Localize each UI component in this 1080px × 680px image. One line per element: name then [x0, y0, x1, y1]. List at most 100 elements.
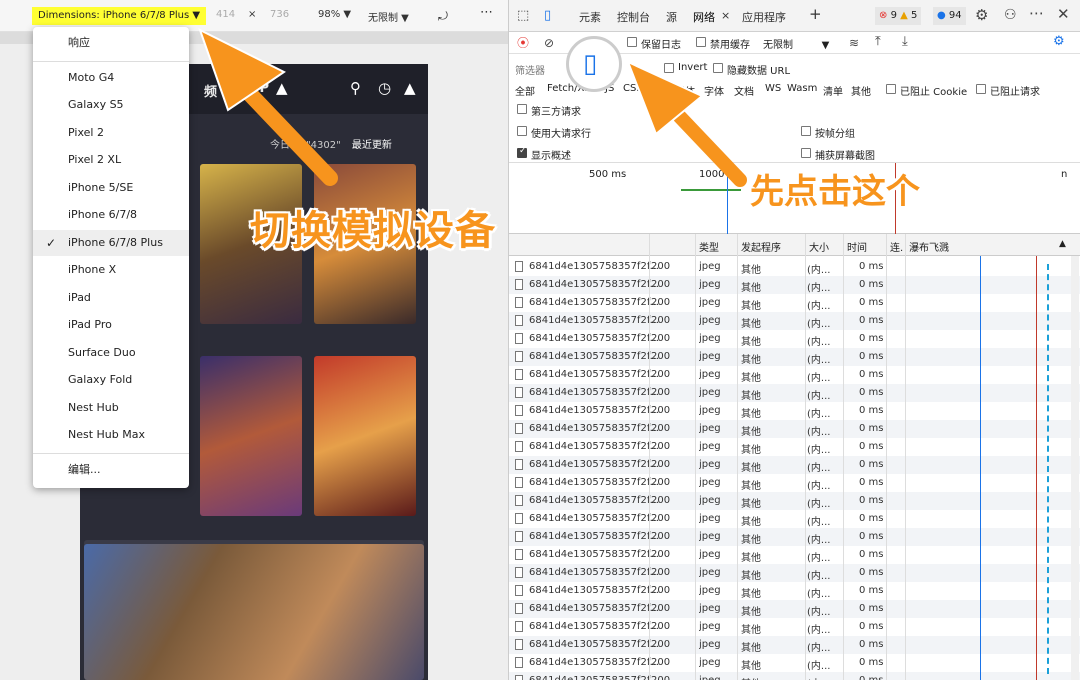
- table-row[interactable]: 6841d4e1305758357f2f...200 jpeg 其他 (内... 0 m…: [509, 474, 1080, 492]
- disable-cache-checkbox[interactable]: [696, 37, 706, 47]
- table-row[interactable]: 6841d4e1305758357f2f...200 jpeg 其他 (内... 0 m…: [509, 510, 1080, 528]
- recent-updates-link[interactable]: 最近更新: [352, 140, 392, 151]
- tab-console[interactable]: 控制台: [617, 9, 650, 25]
- device-menu-item[interactable]: Pixel 2 XL: [33, 147, 189, 173]
- height-input[interactable]: 736: [270, 9, 289, 20]
- device-menu-item[interactable]: Nest Hub Max: [33, 422, 189, 448]
- rotate-icon[interactable]: ⤾: [438, 9, 448, 24]
- filter-manifest[interactable]: 清单: [823, 83, 843, 98]
- android-icon[interactable]: ▲: [276, 79, 288, 97]
- blocked-cookies-checkbox[interactable]: [886, 84, 896, 94]
- device-menu-item[interactable]: iPad: [33, 285, 189, 311]
- table-row[interactable]: 6841d4e1305758357f2f...200 jpeg 其他 (内... 0 m…: [509, 258, 1080, 276]
- tab-network[interactable]: 网络: [693, 9, 715, 25]
- table-row[interactable]: 6841d4e1305758357f2f...200 jpeg 其他 (内... 0 m…: [509, 276, 1080, 294]
- width-input[interactable]: 414: [216, 9, 235, 20]
- table-row[interactable]: 6841d4e1305758357f2f...200 jpeg 其他 (内... 0 m…: [509, 366, 1080, 384]
- filter-media[interactable]: 媒体: [675, 83, 695, 98]
- col-connection[interactable]: 连.: [890, 239, 903, 254]
- inspect-element-icon[interactable]: ⬚: [517, 9, 529, 23]
- device-menu-item[interactable]: Nest Hub: [33, 395, 189, 421]
- table-row[interactable]: 6841d4e1305758357f2f...200 jpeg 其他 (内... 0 m…: [509, 384, 1080, 402]
- tab-elements[interactable]: 元素: [579, 9, 601, 25]
- issues-badge[interactable]: ⊗ 9 ▲ 5: [875, 7, 922, 25]
- customize-icon[interactable]: ⚇: [1004, 8, 1017, 22]
- hide-data-urls-checkbox[interactable]: [713, 63, 723, 73]
- filter-font[interactable]: 字体: [704, 83, 724, 98]
- table-row[interactable]: 6841d4e1305758357f2f...200 jpeg 其他 (内... 0 m…: [509, 402, 1080, 420]
- table-row[interactable]: 6841d4e1305758357f2f...200 jpeg 其他 (内... 0 m…: [509, 456, 1080, 474]
- device-menu-item[interactable]: iPhone 6/7/8: [33, 202, 189, 228]
- col-time[interactable]: 时间: [847, 239, 867, 254]
- more-menu-icon[interactable]: ⋯: [1029, 6, 1044, 21]
- col-waterfall[interactable]: 瀑布飞溅: [909, 239, 949, 254]
- device-menu-item[interactable]: Surface Duo: [33, 340, 189, 366]
- device-menu-item[interactable]: iPad Pro: [33, 312, 189, 338]
- device-menu-item[interactable]: Moto G4: [33, 65, 189, 91]
- close-tab-icon[interactable]: ×: [721, 9, 730, 22]
- wifi-icon[interactable]: ≋: [849, 36, 859, 50]
- toggle-device-toolbar-icon[interactable]: ▯: [544, 9, 551, 23]
- table-row[interactable]: 6841d4e1305758357f2f...200 jpeg 其他 (内... 0 m…: [509, 294, 1080, 312]
- filter-input[interactable]: 筛选器: [515, 62, 545, 77]
- thumbnail-card[interactable]: [314, 356, 416, 516]
- table-row[interactable]: 6841d4e1305758357f2f...200 jpeg 其他 (内... 0 m…: [509, 564, 1080, 582]
- device-menu-item[interactable]: Galaxy S5: [33, 92, 189, 118]
- table-row[interactable]: 6841d4e1305758357f2f...200 jpeg 其他 (内... 0 m…: [509, 528, 1080, 546]
- clear-icon[interactable]: ⊘: [544, 36, 554, 50]
- network-throttle-select[interactable]: 无限制 ▼: [368, 9, 409, 24]
- thumbnail-card[interactable]: [200, 356, 302, 516]
- table-row[interactable]: 6841d4e1305758357f2f...200 jpeg 其他 (内... 0 m…: [509, 546, 1080, 564]
- table-row[interactable]: 6841d4e1305758357f2f...200 jpeg 其他 (内... 0 m…: [509, 600, 1080, 618]
- export-har-icon[interactable]: ⤓: [902, 35, 908, 49]
- device-dimensions-select[interactable]: Dimensions: iPhone 6/7/8 Plus ▼: [32, 7, 207, 25]
- tab-application[interactable]: 应用程序: [742, 9, 786, 25]
- device-menu-item[interactable]: iPhone X: [33, 257, 189, 283]
- filter-ws[interactable]: WS: [765, 83, 781, 94]
- import-har-icon[interactable]: ⤒: [875, 35, 881, 49]
- filter-css[interactable]: CSS: [623, 83, 643, 94]
- record-icon[interactable]: ⦿: [517, 36, 529, 50]
- table-row[interactable]: 6841d4e1305758357f2f...200 jpeg 其他 (内... 0 m…: [509, 312, 1080, 330]
- table-row[interactable]: 6841d4e1305758357f2f...200 jpeg 其他 (内... 0 m…: [509, 636, 1080, 654]
- settings-gear-icon[interactable]: ⚙: [975, 8, 988, 23]
- table-row[interactable]: 6841d4e1305758357f2f...200 jpeg 其他 (内... 0 m…: [509, 618, 1080, 636]
- table-row[interactable]: 6841d4e1305758357f2f...200 jpeg 其他 (内... 0 m…: [509, 348, 1080, 366]
- search-icon[interactable]: ⚲: [350, 79, 361, 97]
- third-party-checkbox[interactable]: [517, 104, 527, 114]
- show-overview-checkbox[interactable]: [517, 146, 527, 158]
- table-row[interactable]: 6841d4e1305758357f2f...200 jpeg 其他 (内... 0 m…: [509, 492, 1080, 510]
- table-scrollbar[interactable]: [1071, 256, 1079, 680]
- table-row[interactable]: 6841d4e1305758357f2f...200 jpeg 其他 (内... 0 m…: [509, 420, 1080, 438]
- filter-other[interactable]: 其他: [851, 83, 871, 98]
- big-request-rows-checkbox[interactable]: [517, 126, 527, 136]
- table-row[interactable]: 6841d4e1305758357f2f...200 jpeg 其他 (内... 0 m…: [509, 582, 1080, 600]
- add-tab-icon[interactable]: +: [809, 5, 822, 23]
- filter-doc[interactable]: 文档: [734, 83, 754, 98]
- table-row[interactable]: 6841d4e1305758357f2f...200 jpeg 其他 (内... 0 m…: [509, 672, 1080, 680]
- messages-badge[interactable]: ● 94: [933, 7, 966, 25]
- close-devtools-icon[interactable]: ✕: [1057, 7, 1070, 22]
- invert-checkbox[interactable]: [664, 63, 674, 73]
- android-icon-2[interactable]: ▲: [404, 79, 416, 97]
- preserve-log-checkbox[interactable]: [627, 37, 637, 47]
- throttle-select[interactable]: 无限制 ▼: [763, 36, 829, 51]
- device-menu-item[interactable]: Galaxy Fold: [33, 367, 189, 393]
- device-menu-item[interactable]: 编辑...: [33, 457, 189, 483]
- sort-up-icon[interactable]: ▲: [1059, 239, 1066, 249]
- col-initiator[interactable]: 发起程序: [741, 239, 781, 254]
- device-menu-item[interactable]: ✓ iPhone 6/7/8 Plus: [33, 229, 189, 256]
- device-menu-item[interactable]: iPhone 5/SE: [33, 175, 189, 201]
- device-menu-item[interactable]: 响应: [33, 30, 189, 56]
- table-row[interactable]: 6841d4e1305758357f2f...200 jpeg 其他 (内... 0 m…: [509, 330, 1080, 348]
- banner-image[interactable]: [84, 544, 424, 680]
- network-settings-icon[interactable]: ⚙: [1053, 35, 1065, 49]
- device-menu-item[interactable]: Pixel 2: [33, 120, 189, 146]
- capture-screenshots-checkbox[interactable]: [801, 148, 811, 158]
- history-icon[interactable]: ◷: [378, 79, 391, 97]
- filter-all[interactable]: 全部: [515, 83, 535, 98]
- col-size[interactable]: 大小: [809, 239, 829, 254]
- table-row[interactable]: 6841d4e1305758357f2f...200 jpeg 其他 (内... 0 m…: [509, 654, 1080, 672]
- blocked-requests-checkbox[interactable]: [976, 84, 986, 94]
- tab-sources[interactable]: 源: [666, 9, 677, 25]
